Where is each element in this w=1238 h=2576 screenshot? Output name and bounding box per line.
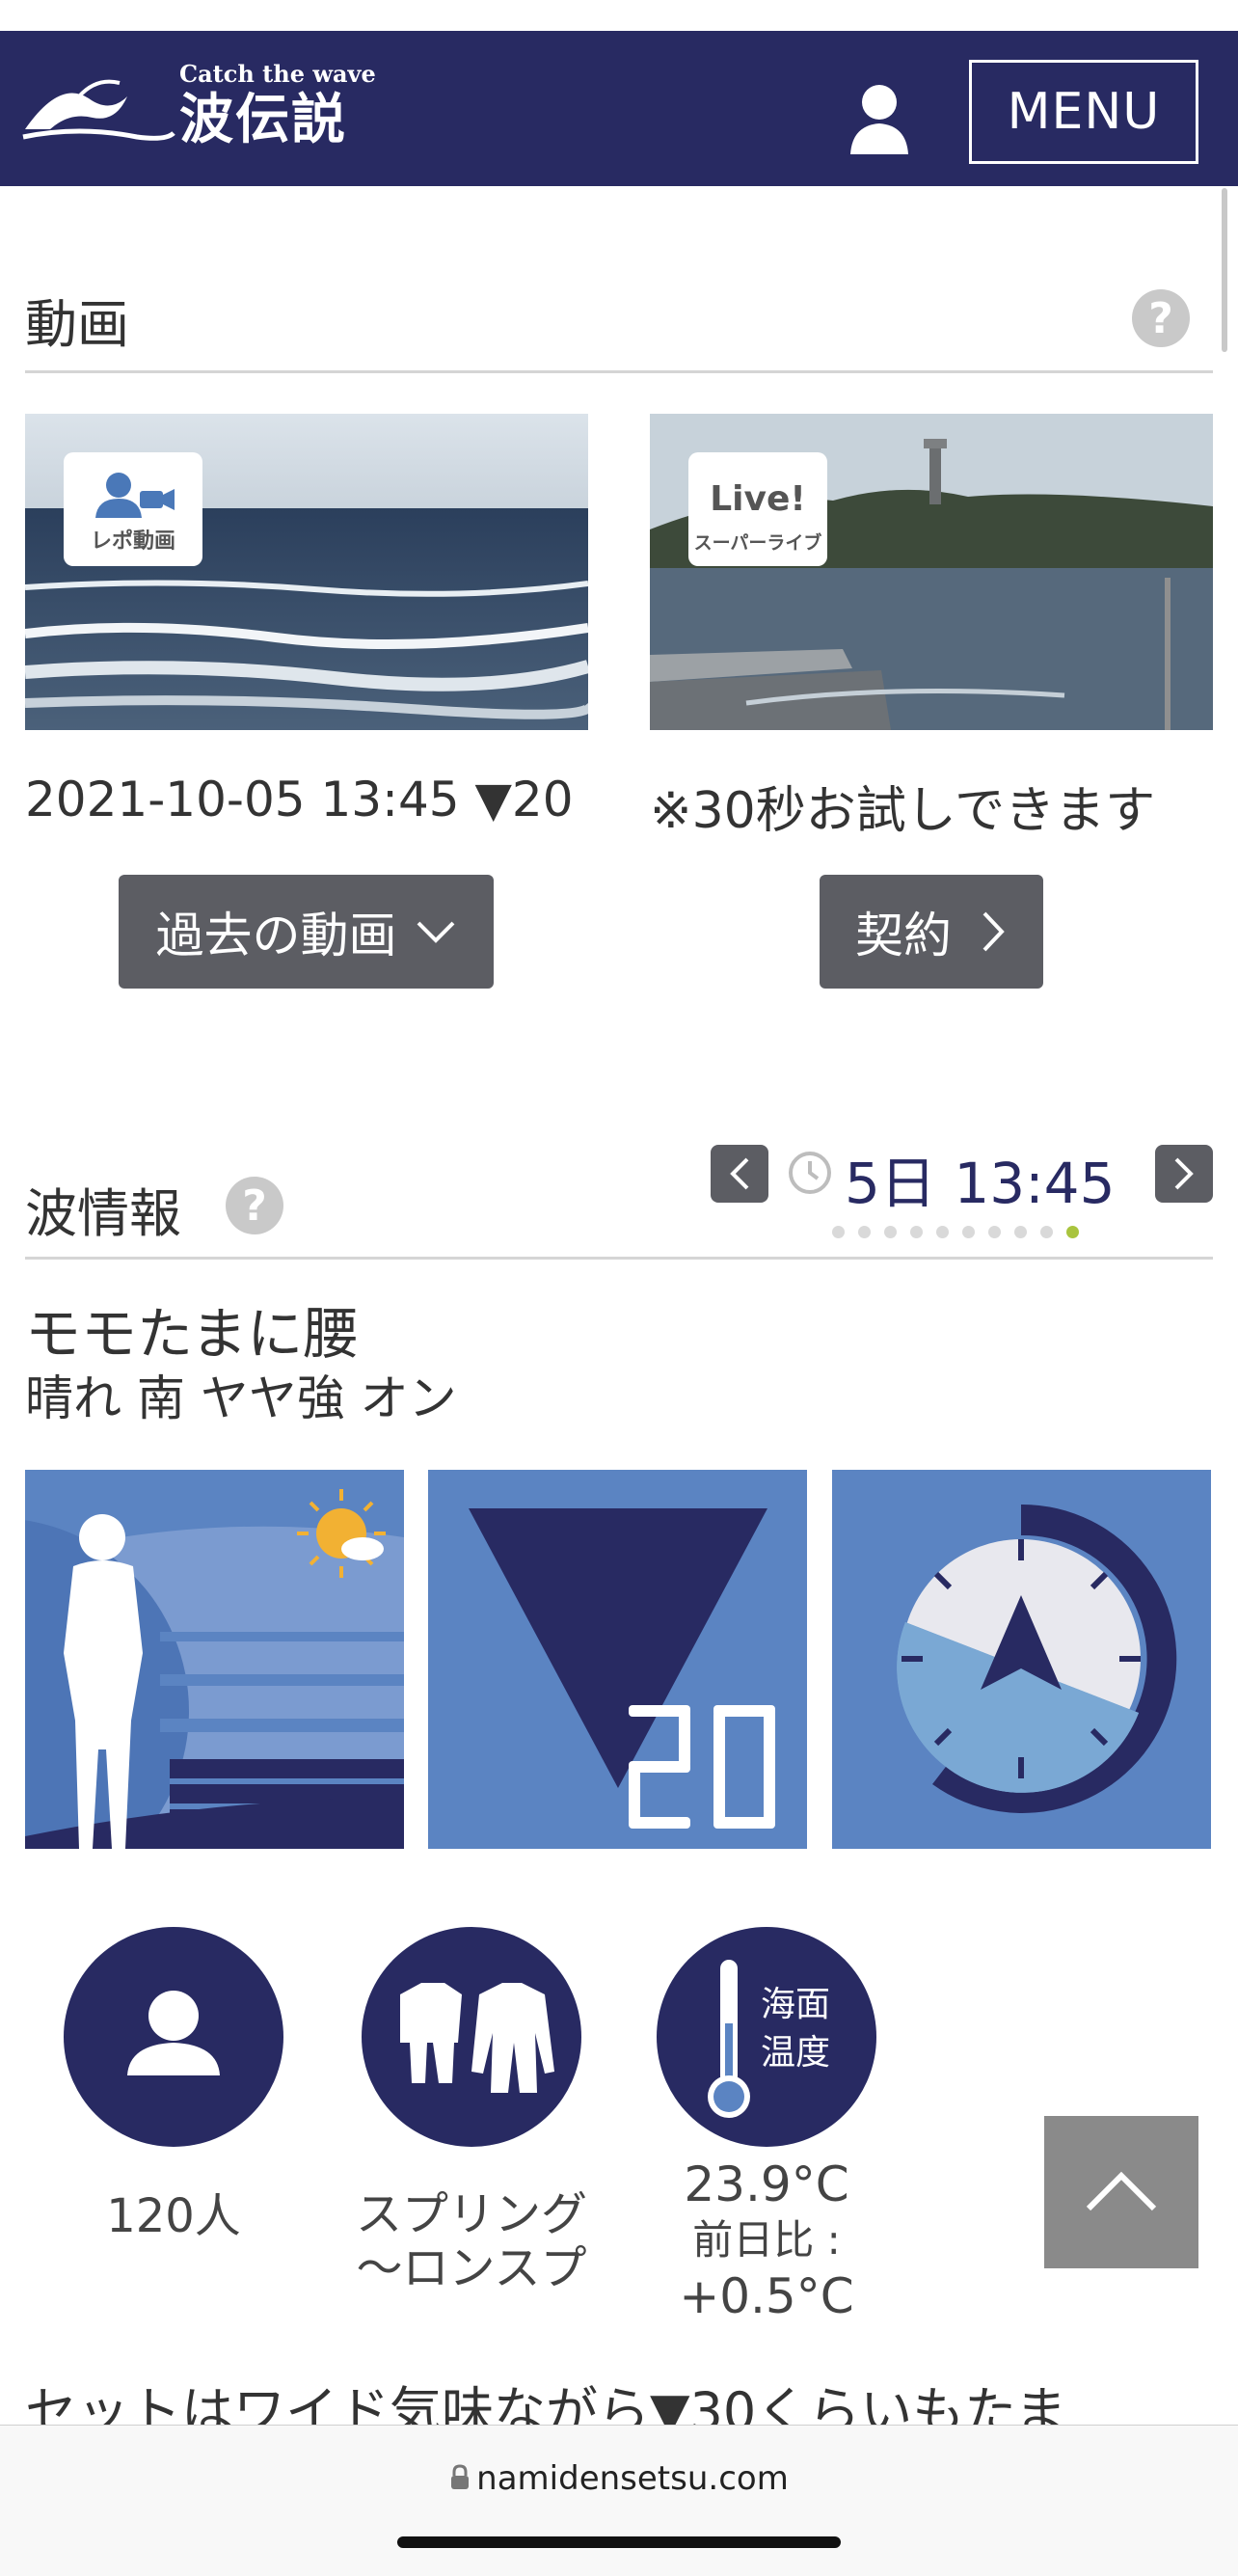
wave-height-tile — [428, 1470, 807, 1849]
live-badge-label: スーパーライブ — [693, 532, 822, 554]
wave-section-divider — [25, 1257, 1213, 1260]
sea-temp-icon-label-2: 温度 — [761, 2033, 831, 2073]
time-slot-dot[interactable] — [858, 1226, 871, 1238]
wave-help-icon[interactable]: ? — [226, 1177, 283, 1234]
sea-temp-value: 23.9°C — [684, 2156, 849, 2212]
chevron-left-icon — [730, 1157, 749, 1190]
live-badge: Live! スーパーライブ — [688, 452, 827, 566]
time-slot-dot[interactable] — [936, 1226, 949, 1238]
wave-section-title: 波情報 — [25, 1183, 181, 1244]
report-video-badge-label: レポ動画 — [90, 529, 175, 554]
forecast-time-label: 5日 13:45 — [845, 1151, 1116, 1216]
past-videos-button-label: 過去の動画 — [155, 908, 397, 963]
user-account-icon[interactable] — [839, 77, 920, 158]
wetsuit-circle — [362, 1927, 581, 2147]
live-trial-notice: ※30秒お試しできます — [650, 782, 1156, 840]
live-badge-title: Live! — [710, 479, 806, 519]
prev-time-button[interactable] — [711, 1145, 768, 1203]
sea-temp-diff-value: +0.5°C — [679, 2268, 854, 2324]
sea-temp-icon-label: 海面 温度 — [761, 1981, 830, 2077]
sea-temp-circle: 海面 温度 — [657, 1927, 876, 2147]
wind-direction-tile — [832, 1470, 1211, 1849]
scrollbar[interactable] — [1222, 188, 1227, 352]
chevron-right-icon — [1174, 1157, 1194, 1190]
logo-wave-icon[interactable] — [21, 69, 175, 150]
surf-comment: セットはワイド気味ながら▼30くらいもたま — [25, 2381, 1067, 2427]
site-header: Catch the wave 波伝説 MENU — [0, 31, 1238, 186]
sea-temp-icon-label-1: 海面 — [761, 1985, 831, 2024]
wetsuit-line-1: スプリング — [355, 2187, 587, 2241]
weather-conditions: 晴れ 南 ヤヤ強 オン — [25, 1370, 457, 1426]
wetsuit-line-2: 〜ロンスプ — [356, 2241, 587, 2295]
past-videos-button[interactable]: 過去の動画 — [119, 875, 494, 989]
time-slot-dot[interactable] — [1014, 1226, 1027, 1238]
time-slot-dot[interactable] — [962, 1226, 975, 1238]
wave-size-headline: モモたまに腰 — [25, 1301, 360, 1367]
report-video-timestamp: 2021-10-05 13:45 ▼20 — [25, 772, 574, 827]
time-slot-dot[interactable] — [910, 1226, 923, 1238]
video-section-title: 動画 — [25, 294, 129, 355]
crowd-circle — [64, 1927, 283, 2147]
person-icon — [127, 1991, 220, 2075]
sea-temp-diff-label: 前日比 : — [692, 2216, 841, 2264]
report-video-badge: レポ動画 — [64, 452, 202, 566]
logo-name[interactable]: 波伝説 — [179, 85, 347, 154]
live-video-thumbnail[interactable]: Live! スーパーライブ — [650, 414, 1213, 730]
video-help-icon[interactable]: ? — [1132, 289, 1190, 347]
clock-icon — [787, 1150, 833, 1200]
home-indicator[interactable] — [397, 2536, 841, 2548]
crowd-count: 120人 — [106, 2189, 241, 2243]
logo-tagline: Catch the wave — [179, 60, 376, 88]
chevron-right-icon — [982, 911, 1005, 952]
wetsuit-icon — [400, 1983, 554, 2093]
wetsuit-recommendation: スプリング 〜ロンスプ — [308, 2187, 635, 2295]
next-time-button[interactable] — [1155, 1145, 1213, 1203]
lock-icon — [451, 2464, 470, 2489]
time-slot-indicator[interactable] — [832, 1224, 1092, 1242]
browser-bottom-bar — [0, 2425, 1238, 2576]
time-slot-dot[interactable] — [1066, 1226, 1079, 1238]
chevron-down-icon — [417, 921, 454, 943]
time-slot-dot[interactable] — [1040, 1226, 1053, 1238]
video-camera-icon — [95, 473, 175, 518]
subscribe-button[interactable]: 契約 — [820, 875, 1043, 989]
time-slot-dot[interactable] — [988, 1226, 1001, 1238]
wave-size-tile — [25, 1470, 404, 1849]
scroll-to-top-button[interactable] — [1044, 2116, 1198, 2268]
video-section-divider — [25, 370, 1213, 373]
time-slot-dot[interactable] — [884, 1226, 897, 1238]
address-bar[interactable]: namidensetsu.com — [0, 2459, 1238, 2498]
chevron-up-icon — [1086, 2171, 1157, 2211]
time-slot-dot[interactable] — [832, 1226, 845, 1238]
menu-button[interactable]: MENU — [969, 60, 1198, 164]
report-video-thumbnail[interactable]: レポ動画 — [25, 414, 588, 730]
sea-temp-info: 23.9°C 前日比 : +0.5°C — [603, 2156, 930, 2324]
url-text: namidensetsu.com — [476, 2459, 789, 2498]
subscribe-button-label: 契約 — [855, 908, 952, 963]
